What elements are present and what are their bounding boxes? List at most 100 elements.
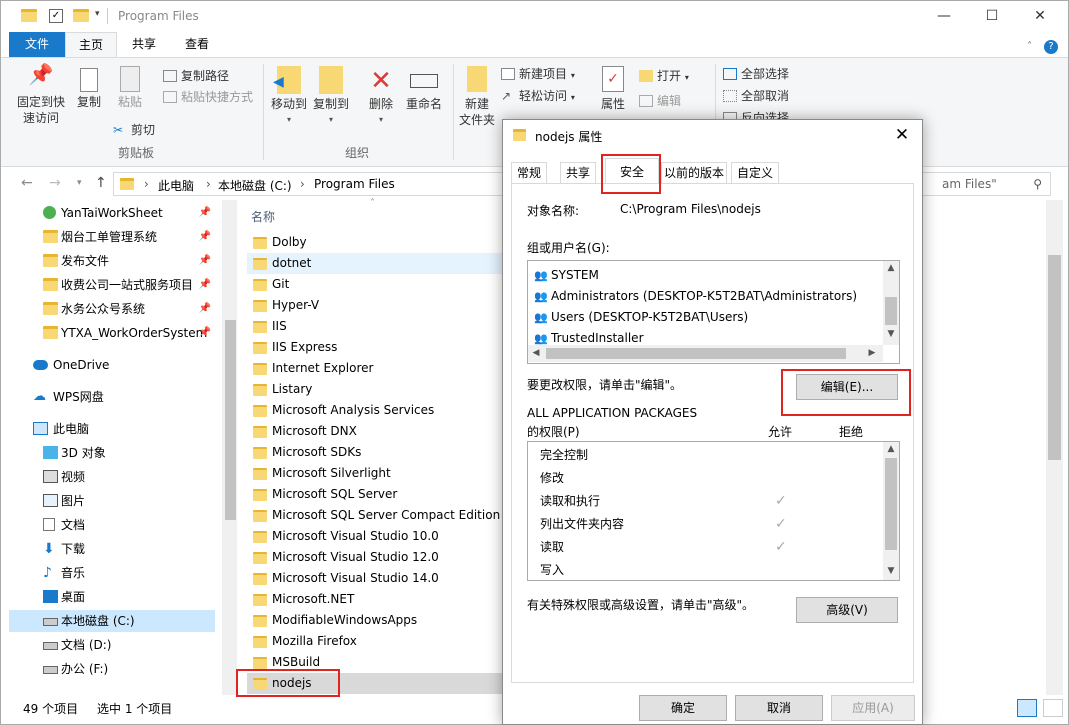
properties-button[interactable]: ✓ 属性: [597, 66, 629, 112]
maximize-icon[interactable]: ☐: [969, 4, 1015, 28]
search-input[interactable]: am Files" ⚲: [911, 172, 1051, 196]
tab-view[interactable]: 查看: [171, 32, 223, 57]
tab-sharing[interactable]: 共享: [560, 162, 596, 184]
crumb-this-pc[interactable]: 此电脑: [158, 177, 194, 194]
user-row[interactable]: 👥 Administrators (DESKTOP-K5T2BAT\Adminis…: [534, 286, 857, 307]
back-arrow-icon[interactable]: ←: [21, 175, 33, 191]
nav-quick-yantai[interactable]: YanTaiWorkSheet 📌: [9, 202, 215, 224]
copy-button[interactable]: 复制: [73, 66, 105, 110]
file-row[interactable]: Internet Explorer: [247, 358, 503, 379]
users-hscroll-thumb[interactable]: [546, 348, 846, 359]
copy-path-button[interactable]: 复制路径: [163, 66, 229, 86]
close-icon[interactable]: ✕: [1017, 4, 1063, 28]
cancel-button[interactable]: 取消: [735, 695, 823, 721]
nav-drive-d[interactable]: 文档 (D:): [9, 634, 215, 656]
users-hscroll[interactable]: ◀ ▶: [528, 345, 883, 362]
permissions-vscroll[interactable]: ▲ ▼: [883, 442, 899, 580]
minimize-icon[interactable]: —: [921, 4, 967, 28]
file-row[interactable]: Microsoft SQL Server: [247, 484, 503, 505]
up-arrow-icon[interactable]: ↑: [95, 175, 107, 191]
file-row[interactable]: Mozilla Firefox: [247, 631, 503, 652]
file-row[interactable]: Microsoft SDKs: [247, 442, 503, 463]
scroll-down-arrow-icon[interactable]: ▼: [883, 329, 899, 339]
file-row[interactable]: Microsoft.NET: [247, 589, 503, 610]
file-row[interactable]: Microsoft Visual Studio 10.0: [247, 526, 503, 547]
apply-button[interactable]: 应用(A): [831, 695, 915, 721]
permissions-listbox[interactable]: 完全控制 修改 读取和执行 ✓ 列出文件夹内容 ✓ 读取 ✓ 写入 ▲ ▼: [527, 441, 900, 581]
nav-scroll-thumb[interactable]: [225, 320, 236, 520]
user-row[interactable]: 👥 Users (DESKTOP-K5T2BAT\Users): [534, 307, 748, 328]
nav-pictures[interactable]: 图片: [9, 490, 215, 512]
paste-shortcut-button[interactable]: 粘贴快捷方式: [163, 87, 253, 107]
file-row[interactable]: Listary: [247, 379, 503, 400]
users-vscroll[interactable]: ▲ ▼: [883, 261, 899, 345]
nav-desktop[interactable]: 桌面: [9, 586, 215, 608]
nav-quick-water[interactable]: 水务公众号系统 📌: [9, 298, 215, 320]
nav-quick-publish[interactable]: 发布文件 📌: [9, 250, 215, 272]
perm-scroll-up-arrow-icon[interactable]: ▲: [883, 444, 899, 454]
nav-onedrive[interactable]: OneDrive: [9, 354, 215, 376]
nav-wps[interactable]: ☁ WPS网盘: [9, 386, 215, 408]
tab-customize[interactable]: 自定义: [731, 162, 779, 184]
delete-button[interactable]: ✕ 删除 ▾: [365, 66, 397, 128]
file-row[interactable]: Dolby: [247, 232, 503, 253]
nav-documents[interactable]: 文档: [9, 514, 215, 536]
nav-quick-fee[interactable]: 收费公司一站式服务项目 📌: [9, 274, 215, 296]
crumb-local-disk[interactable]: 本地磁盘 (C:): [218, 177, 292, 194]
new-folder-icon[interactable]: [73, 9, 89, 22]
pin-quick-access-button[interactable]: 📌 固定到快 速访问: [13, 64, 69, 126]
user-row[interactable]: 👥 SYSTEM: [534, 265, 599, 286]
tab-general[interactable]: 常规: [511, 162, 547, 184]
perm-scroll-down-arrow-icon[interactable]: ▼: [883, 566, 899, 576]
easy-access-button[interactable]: ↗ 轻松访问 ▾: [501, 86, 575, 106]
advanced-button[interactable]: 高级(V): [796, 597, 898, 623]
details-view-icon[interactable]: [1017, 699, 1037, 717]
help-icon[interactable]: ?: [1044, 40, 1058, 54]
tab-previous-versions[interactable]: 以前的版本: [661, 162, 727, 184]
file-row[interactable]: Microsoft Silverlight: [247, 463, 503, 484]
file-row[interactable]: Microsoft SQL Server Compact Edition: [247, 505, 503, 526]
file-row[interactable]: Microsoft Visual Studio 14.0: [247, 568, 503, 589]
file-list-scroll-thumb[interactable]: [1048, 255, 1061, 460]
nav-videos[interactable]: 视频: [9, 466, 215, 488]
move-to-button[interactable]: ◀ 移动到 ▾: [269, 66, 309, 128]
file-row[interactable]: Hyper-V: [247, 295, 503, 316]
tab-home[interactable]: 主页: [65, 32, 117, 57]
users-listbox[interactable]: 👥 SYSTEM 👥 Administrators (DESKTOP-K5T2BAT\…: [527, 260, 900, 364]
nav-drive-f[interactable]: 办公 (F:): [9, 658, 215, 680]
edit-ribbon-button[interactable]: 编辑: [639, 91, 681, 111]
collapse-ribbon-icon[interactable]: ˄: [1027, 41, 1032, 52]
tab-file[interactable]: 文件: [9, 32, 65, 57]
file-row[interactable]: Microsoft Visual Studio 12.0: [247, 547, 503, 568]
forward-arrow-icon[interactable]: →: [49, 175, 61, 191]
tab-share[interactable]: 共享: [119, 32, 169, 57]
scroll-right-arrow-icon[interactable]: ▶: [864, 348, 880, 358]
dialog-close-icon[interactable]: ✕: [888, 122, 916, 148]
large-icons-view-icon[interactable]: [1043, 699, 1063, 717]
crumb-program-files[interactable]: Program Files: [314, 177, 395, 191]
new-item-button[interactable]: 新建项目 ▾: [501, 64, 575, 84]
nav-music[interactable]: ♪ 音乐: [9, 562, 215, 584]
file-row[interactable]: IIS Express: [247, 337, 503, 358]
scroll-up-arrow-icon[interactable]: ▲: [883, 263, 899, 273]
users-vscroll-thumb[interactable]: [885, 297, 897, 325]
nav-downloads[interactable]: ⬇ 下载: [9, 538, 215, 560]
file-row[interactable]: Microsoft Analysis Services: [247, 400, 503, 421]
recent-dropdown-icon[interactable]: ▾: [77, 178, 82, 188]
file-row[interactable]: Git: [247, 274, 503, 295]
permissions-vscroll-thumb[interactable]: [885, 458, 897, 550]
rename-button[interactable]: 重命名: [403, 66, 445, 112]
paste-button[interactable]: 粘贴: [113, 66, 147, 110]
open-button[interactable]: 打开 ▾: [639, 66, 689, 86]
select-all-button[interactable]: 全部选择: [723, 64, 789, 84]
address-input[interactable]: › 此电脑 › 本地磁盘 (C:) › Program Files: [113, 172, 503, 196]
nav-quick-yantai-ticket[interactable]: 烟台工单管理系统 📌: [9, 226, 215, 248]
new-folder-button[interactable]: 新建 文件夹: [457, 66, 497, 128]
nav-3d-objects[interactable]: 3D 对象: [9, 442, 215, 464]
column-header-name[interactable]: 名称: [251, 208, 275, 225]
file-row[interactable]: ModifiableWindowsApps: [247, 610, 503, 631]
select-none-button[interactable]: 全部取消: [723, 86, 789, 106]
scroll-left-arrow-icon[interactable]: ◀: [528, 348, 544, 358]
file-row[interactable]: Microsoft DNX: [247, 421, 503, 442]
ok-button[interactable]: 确定: [639, 695, 727, 721]
